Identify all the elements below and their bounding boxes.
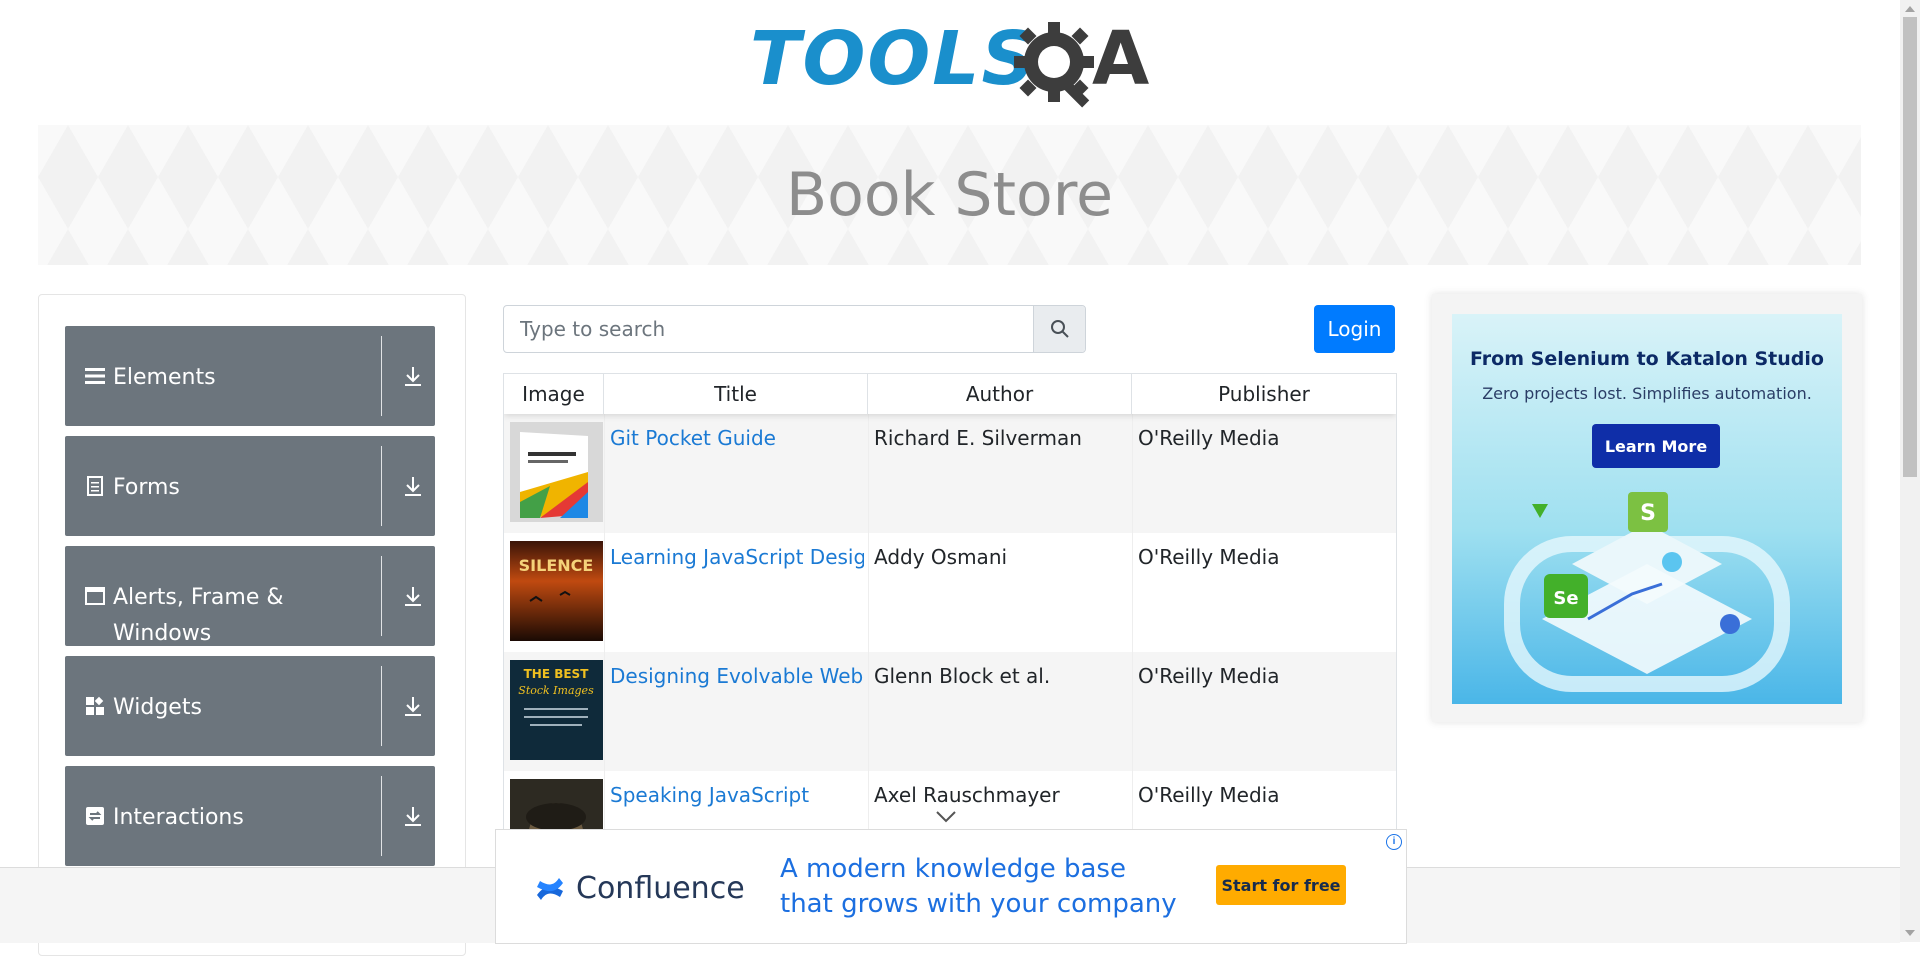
download-icon[interactable]	[401, 584, 425, 608]
download-icon[interactable]	[401, 804, 425, 828]
login-button[interactable]: Login	[1314, 305, 1395, 353]
sidebar-group-label: Alerts, Frame & Windows	[113, 585, 284, 646]
column-header-publisher[interactable]: Publisher	[1132, 374, 1396, 414]
ad-info-icon[interactable]: i	[1386, 834, 1402, 850]
table-row: SILENCE Learning JavaScript Design Patte…	[504, 533, 1396, 652]
toolsqa-logo[interactable]: TOOLS A	[750, 16, 1155, 116]
book-title-link[interactable]: Git Pocket Guide	[610, 426, 864, 450]
confluence-ad[interactable]: Confluence A modern knowledge base that …	[495, 829, 1407, 944]
ad-copy: A modern knowledge base that grows with …	[780, 854, 1177, 919]
document-icon	[87, 476, 103, 496]
book-author: Addy Osmani	[874, 545, 1008, 569]
svg-text:Se: Se	[1553, 588, 1578, 609]
book-publisher: O'Reilly Media	[1138, 426, 1280, 450]
book-author: Axel Rauschmayer	[874, 783, 1060, 807]
column-divider	[1132, 414, 1133, 874]
column-header-title[interactable]: Title	[604, 374, 868, 414]
book-author: Glenn Block et al.	[874, 664, 1051, 688]
divider	[381, 776, 382, 856]
logo-text: TOOLS	[750, 16, 1037, 102]
svg-text:Stock Images: Stock Images	[518, 684, 594, 697]
divider	[381, 666, 382, 746]
learn-more-button[interactable]: Learn More	[1592, 424, 1720, 468]
search-button[interactable]	[1033, 306, 1085, 352]
book-publisher: O'Reilly Media	[1138, 664, 1280, 688]
column-divider	[604, 414, 605, 874]
svg-text:SILENCE: SILENCE	[519, 556, 594, 575]
katalon-illustration: S Se	[1504, 492, 1790, 692]
ad-title: From Selenium to Katalon Studio	[1470, 348, 1824, 370]
column-header-author[interactable]: Author	[868, 374, 1132, 414]
katalon-ad[interactable]: From Selenium to Katalon Studio Zero pro…	[1432, 294, 1862, 722]
download-icon[interactable]	[401, 694, 425, 718]
sidebar-group-label: Forms	[113, 475, 180, 500]
table-row: Git Pocket Guide Richard E. Silverman O'…	[504, 414, 1396, 533]
page-scrollbar[interactable]	[1900, 0, 1920, 942]
book-author: Richard E. Silverman	[874, 426, 1082, 450]
window-icon	[85, 587, 105, 605]
book-title-link[interactable]: Learning JavaScript Design Patterns	[610, 545, 864, 569]
sidebar-group-label: Interactions	[113, 805, 244, 830]
sidebar-group-forms[interactable]: Forms	[65, 436, 435, 536]
book-cover-image: THE BEST Stock Images	[510, 660, 603, 760]
hamburger-icon	[85, 368, 105, 384]
column-divider	[868, 414, 869, 874]
logo-suffix: A	[1092, 16, 1150, 102]
scroll-thumb[interactable]	[1903, 17, 1917, 477]
ad-subtitle: Zero projects lost. Simplifies automatio…	[1482, 384, 1812, 403]
confluence-logo: Confluence	[534, 872, 745, 906]
sidebar-group-elements[interactable]: Elements	[65, 326, 435, 426]
sidebar: Elements Forms Alerts, Frame & Windows W…	[38, 294, 466, 956]
divider	[381, 446, 382, 526]
books-table: Image Title Author Publisher Git Pocket …	[503, 373, 1397, 875]
scroll-down-arrow-icon[interactable]	[1905, 930, 1915, 936]
divider	[381, 336, 382, 416]
column-header-image[interactable]: Image	[504, 374, 604, 414]
sidebar-group-label: Widgets	[113, 695, 202, 720]
confluence-icon	[537, 878, 563, 900]
svg-text:THE BEST: THE BEST	[524, 667, 590, 681]
scroll-up-arrow-icon[interactable]	[1905, 6, 1915, 12]
svg-text:S: S	[1640, 501, 1656, 526]
page-banner: Book Store	[38, 125, 1861, 265]
sidebar-group-interactions[interactable]: Interactions	[65, 766, 435, 866]
book-cover-image: SILENCE	[510, 541, 603, 641]
book-publisher: O'Reilly Media	[1138, 783, 1280, 807]
widgets-icon	[86, 696, 104, 715]
download-icon[interactable]	[401, 364, 425, 388]
book-title-link[interactable]: Designing Evolvable Web APIs with ASP.NE…	[610, 664, 864, 688]
search-box	[503, 305, 1086, 353]
confluence-brand: Confluence	[576, 871, 745, 906]
book-publisher: O'Reilly Media	[1138, 545, 1280, 569]
search-icon	[1050, 320, 1069, 338]
table-header: Image Title Author Publisher	[504, 374, 1396, 414]
ad-banner: From Selenium to Katalon Studio Zero pro…	[1452, 314, 1842, 704]
sidebar-group-widgets[interactable]: Widgets	[65, 656, 435, 756]
chevron-down-icon[interactable]	[935, 810, 957, 824]
sidebar-group-label: Elements	[113, 365, 216, 390]
divider	[381, 556, 382, 636]
table-row: THE BEST Stock Images Designing Evolvabl…	[504, 652, 1396, 771]
book-title-link[interactable]: Speaking JavaScript	[610, 783, 864, 807]
search-input[interactable]	[504, 306, 1034, 352]
interactions-icon	[86, 807, 104, 825]
book-cover-image	[510, 422, 603, 522]
page-title: Book Store	[786, 160, 1113, 230]
sidebar-group-alerts-frame-windows[interactable]: Alerts, Frame & Windows	[65, 546, 435, 646]
start-for-free-button[interactable]: Start for free	[1216, 865, 1346, 905]
download-icon[interactable]	[401, 474, 425, 498]
